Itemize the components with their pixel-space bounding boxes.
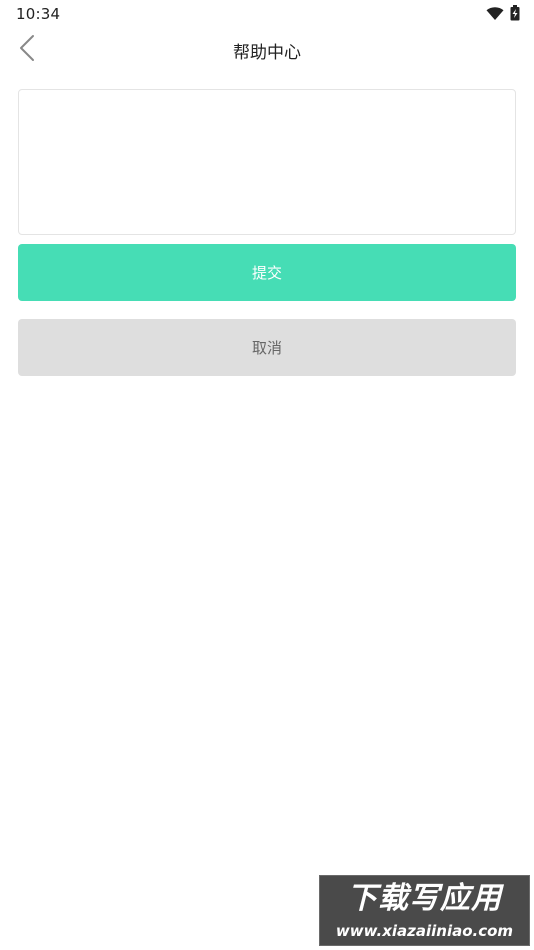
- submit-button[interactable]: 提交: [18, 244, 516, 301]
- watermark-url: www.xiazaiiniao.com: [335, 922, 514, 940]
- feedback-input[interactable]: [19, 90, 515, 234]
- status-bar: 10:34: [0, 0, 534, 28]
- status-time: 10:34: [16, 5, 61, 23]
- feedback-box: [18, 89, 516, 235]
- header: 帮助中心: [0, 28, 534, 72]
- cancel-button-label: 取消: [251, 339, 282, 357]
- watermark: 下载写应用 www.xiazaiiniao.com: [319, 875, 530, 946]
- cancel-button[interactable]: 取消: [18, 319, 516, 376]
- battery-charging-icon: [510, 5, 520, 25]
- watermark-title: 下载写应用: [347, 881, 502, 916]
- status-icons: [486, 5, 520, 25]
- wifi-icon: [486, 6, 504, 25]
- page-title: 帮助中心: [233, 43, 301, 63]
- submit-button-label: 提交: [251, 264, 282, 282]
